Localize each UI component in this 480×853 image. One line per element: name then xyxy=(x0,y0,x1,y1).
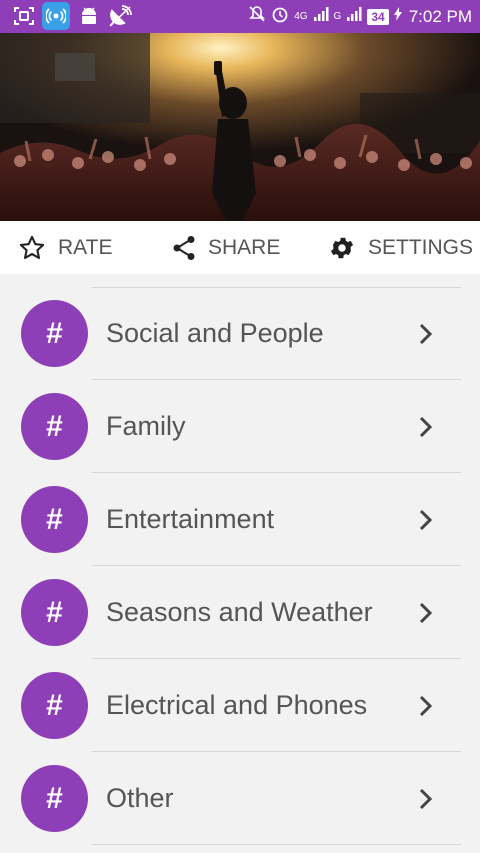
mute-bell-icon xyxy=(248,5,266,28)
settings-button[interactable]: SETTINGS xyxy=(328,221,473,274)
rate-label: RATE xyxy=(58,235,113,259)
hashtag-badge: # xyxy=(21,393,88,460)
battery-icon: 34 xyxy=(367,8,389,25)
charging-icon xyxy=(393,7,402,26)
category-item-electrical-and-phones[interactable]: # Electrical and Phones xyxy=(0,659,480,752)
category-list: # Social and People # Family # Entertain… xyxy=(0,274,480,853)
category-label: Electrical and Phones xyxy=(106,690,368,720)
network-type-label: 4G xyxy=(294,11,308,22)
network-type-label-2: G xyxy=(333,11,342,22)
category-item-seasons-and-weather[interactable]: # Seasons and Weather xyxy=(0,566,480,659)
settings-label: SETTINGS xyxy=(368,235,474,259)
action-bar: RATE SHARE SETTINGS xyxy=(0,221,480,274)
chevron-right-icon xyxy=(419,416,433,438)
category-label: Entertainment xyxy=(106,504,275,534)
status-bar: 4G G 34 7:02 PM xyxy=(0,0,480,33)
hashtag-badge: # xyxy=(21,486,88,553)
category-item-other[interactable]: # Other xyxy=(0,752,480,845)
chevron-right-icon xyxy=(419,323,433,345)
hashtag-badge: # xyxy=(21,672,88,739)
status-right-group: 4G G 34 7:02 PM xyxy=(248,0,472,33)
category-label: Other xyxy=(106,783,174,813)
hashtag-badge: # xyxy=(21,765,88,832)
category-label: Family xyxy=(106,411,186,441)
chevron-right-icon xyxy=(419,788,433,810)
hashtag-badge: # xyxy=(21,579,88,646)
hero-banner-image xyxy=(0,33,480,221)
chevron-right-icon xyxy=(419,509,433,531)
gear-icon xyxy=(328,234,356,262)
signal-icon xyxy=(313,7,329,26)
android-icon xyxy=(78,5,100,27)
rate-button[interactable]: RATE xyxy=(18,221,112,274)
chevron-right-icon xyxy=(419,695,433,717)
star-icon xyxy=(18,234,46,262)
screenshot-icon xyxy=(12,5,36,27)
category-label: Social and People xyxy=(106,318,324,348)
share-icon xyxy=(172,235,196,261)
category-label: Seasons and Weather xyxy=(106,597,373,627)
share-button[interactable]: SHARE xyxy=(172,221,280,274)
share-label: SHARE xyxy=(208,235,281,259)
signal-icon-2 xyxy=(346,7,362,26)
concert-photo xyxy=(0,33,480,221)
chevron-right-icon xyxy=(419,602,433,624)
category-item-entertainment[interactable]: # Entertainment xyxy=(0,473,480,566)
satellite-dish-icon xyxy=(108,5,132,27)
hashtag-badge: # xyxy=(21,300,88,367)
category-item-family[interactable]: # Family xyxy=(0,380,480,473)
status-time: 7:02 PM xyxy=(408,6,472,26)
hotspot-app-icon xyxy=(42,2,70,30)
alarm-icon xyxy=(271,5,289,28)
category-item-social-and-people[interactable]: # Social and People xyxy=(0,287,480,380)
list-divider xyxy=(92,844,461,845)
